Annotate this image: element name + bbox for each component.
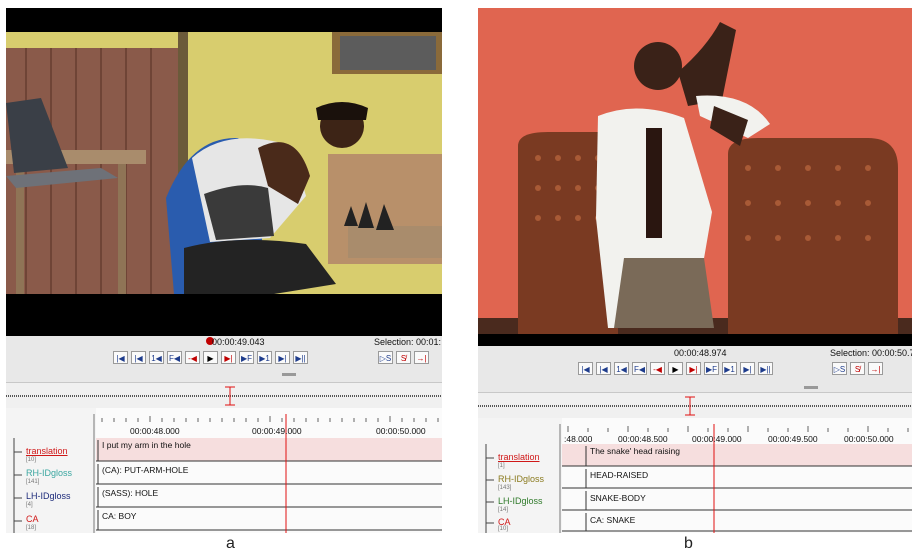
selection-end-button[interactable]: ▶| [686, 362, 701, 375]
waveform-viewer[interactable] [6, 382, 442, 410]
current-time-display: 00:00:49.043 [212, 337, 265, 347]
ruler-label: 00:00:49.000 [692, 434, 742, 444]
selection-begin-button[interactable]: -◀ [185, 351, 200, 364]
waveform-graphic [6, 386, 442, 406]
tier-label-lh-idgloss[interactable]: LH-IDgloss [26, 491, 71, 501]
selection-begin-button[interactable]: -◀ [650, 362, 665, 375]
tier-label-rh-idgloss[interactable]: RH-IDgloss [26, 468, 72, 478]
ruler-label: 00:00:50.000 [844, 434, 894, 444]
previous-frame-button[interactable]: |◀ [596, 362, 611, 375]
tier-count: [141] [26, 479, 40, 485]
selection-display: Selection: 00:01: [374, 337, 442, 347]
ruler-label: 00:00:48.500 [618, 434, 668, 444]
tier-label-translation[interactable]: translation [26, 446, 68, 456]
ruler-label: 00:00:50.000 [376, 426, 426, 436]
media-player-controls: 00:00:49.043 Selection: 00:01: |◀ |◀ 1◀ … [6, 336, 442, 382]
go-to-end-button[interactable]: ▶|| [293, 351, 308, 364]
tier-count: [14] [498, 507, 509, 513]
panel-caption-a: a [226, 535, 235, 552]
tier-count: [10] [498, 526, 509, 532]
play-selection-button[interactable]: ▷S [378, 351, 393, 364]
annotation-timeline[interactable]: 00:00:48.000 00:00:49.000 00:00:50.000 t… [6, 408, 442, 533]
step-forward-1-button[interactable]: ▶1 [722, 362, 737, 375]
tier-label-rh-idgloss[interactable]: RH-IDgloss [498, 474, 544, 484]
tier-label-lh-idgloss[interactable]: LH-IDgloss [498, 496, 543, 506]
waveform-graphic [478, 396, 912, 416]
tier-count: [4] [26, 502, 33, 508]
waveform-viewer[interactable] [478, 392, 912, 420]
step-forward-fast-button[interactable]: ▶F [239, 351, 254, 364]
go-to-begin-button[interactable]: |◀ [113, 351, 128, 364]
annotation-lh-idgloss[interactable]: SNAKE-BODY [590, 493, 646, 503]
panel-caption-b: b [684, 535, 693, 552]
selection-mode-button[interactable]: →| [414, 351, 429, 364]
play-selection-button[interactable]: ▷S [832, 362, 847, 375]
ruler-label: 00:00:48.000 [130, 426, 180, 436]
previous-frame-button[interactable]: |◀ [131, 351, 146, 364]
ruler-label: 00:00:49.000 [252, 426, 302, 436]
current-time-display: 00:00:48.974 [674, 348, 727, 358]
tier-label-translation[interactable]: translation [498, 452, 540, 462]
step-forward-fast-button[interactable]: ▶F [704, 362, 719, 375]
next-frame-button[interactable]: ▶| [275, 351, 290, 364]
play-button[interactable]: ▶ [203, 351, 218, 364]
video-still-illustration [478, 8, 912, 346]
annotation-rh-idgloss[interactable]: HEAD-RAISED [590, 470, 648, 480]
video-frame[interactable] [6, 8, 442, 336]
ruler-label: 00:00:49.500 [768, 434, 818, 444]
media-player-controls: 00:00:48.974 Selection: 00:00:50.7 |◀ |◀… [478, 346, 912, 392]
elan-window-a: 00:00:49.043 Selection: 00:01: |◀ |◀ 1◀ … [6, 8, 442, 533]
clear-selection-button[interactable]: S̸ [850, 362, 865, 375]
scroll-handle[interactable] [282, 373, 296, 376]
step-back-fast-button[interactable]: F◀ [632, 362, 647, 375]
elan-window-b: 00:00:48.974 Selection: 00:00:50.7 |◀ |◀… [478, 8, 912, 533]
video-frame[interactable] [478, 8, 912, 346]
scroll-handle[interactable] [804, 386, 818, 389]
step-back-1-button[interactable]: 1◀ [614, 362, 629, 375]
annotation-rh-idgloss[interactable]: (CA): PUT-ARM-HOLE [102, 465, 188, 475]
selection-mode-button[interactable]: →| [868, 362, 883, 375]
annotation-translation[interactable]: I put my arm in the hole [102, 440, 191, 450]
go-to-begin-button[interactable]: |◀ [578, 362, 593, 375]
tier-count: [18] [26, 525, 37, 531]
annotation-ca[interactable]: CA: BOY [102, 511, 136, 521]
step-back-1-button[interactable]: 1◀ [149, 351, 164, 364]
tier-label-ca[interactable]: CA [26, 514, 39, 524]
tier-count: [143] [498, 485, 512, 491]
annotation-timeline[interactable]: :48.000 00:00:48.500 00:00:49.000 00:00:… [478, 418, 912, 533]
step-back-fast-button[interactable]: F◀ [167, 351, 182, 364]
annotation-ca[interactable]: CA: SNAKE [590, 515, 635, 525]
step-forward-1-button[interactable]: ▶1 [257, 351, 272, 364]
clear-selection-button[interactable]: S̸ [396, 351, 411, 364]
tier-count: [10] [26, 457, 37, 463]
video-still-illustration [6, 8, 442, 336]
ruler-label: :48.000 [564, 434, 593, 444]
selection-end-button[interactable]: ▶| [221, 351, 236, 364]
play-button[interactable]: ▶ [668, 362, 683, 375]
annotation-translation[interactable]: The snake' head raising [590, 446, 680, 456]
selection-display: Selection: 00:00:50.7 [830, 348, 912, 358]
annotation-lh-idgloss[interactable]: (SASS): HOLE [102, 488, 158, 498]
go-to-end-button[interactable]: ▶|| [758, 362, 773, 375]
tier-count: [1] [498, 463, 505, 469]
next-frame-button[interactable]: ▶| [740, 362, 755, 375]
